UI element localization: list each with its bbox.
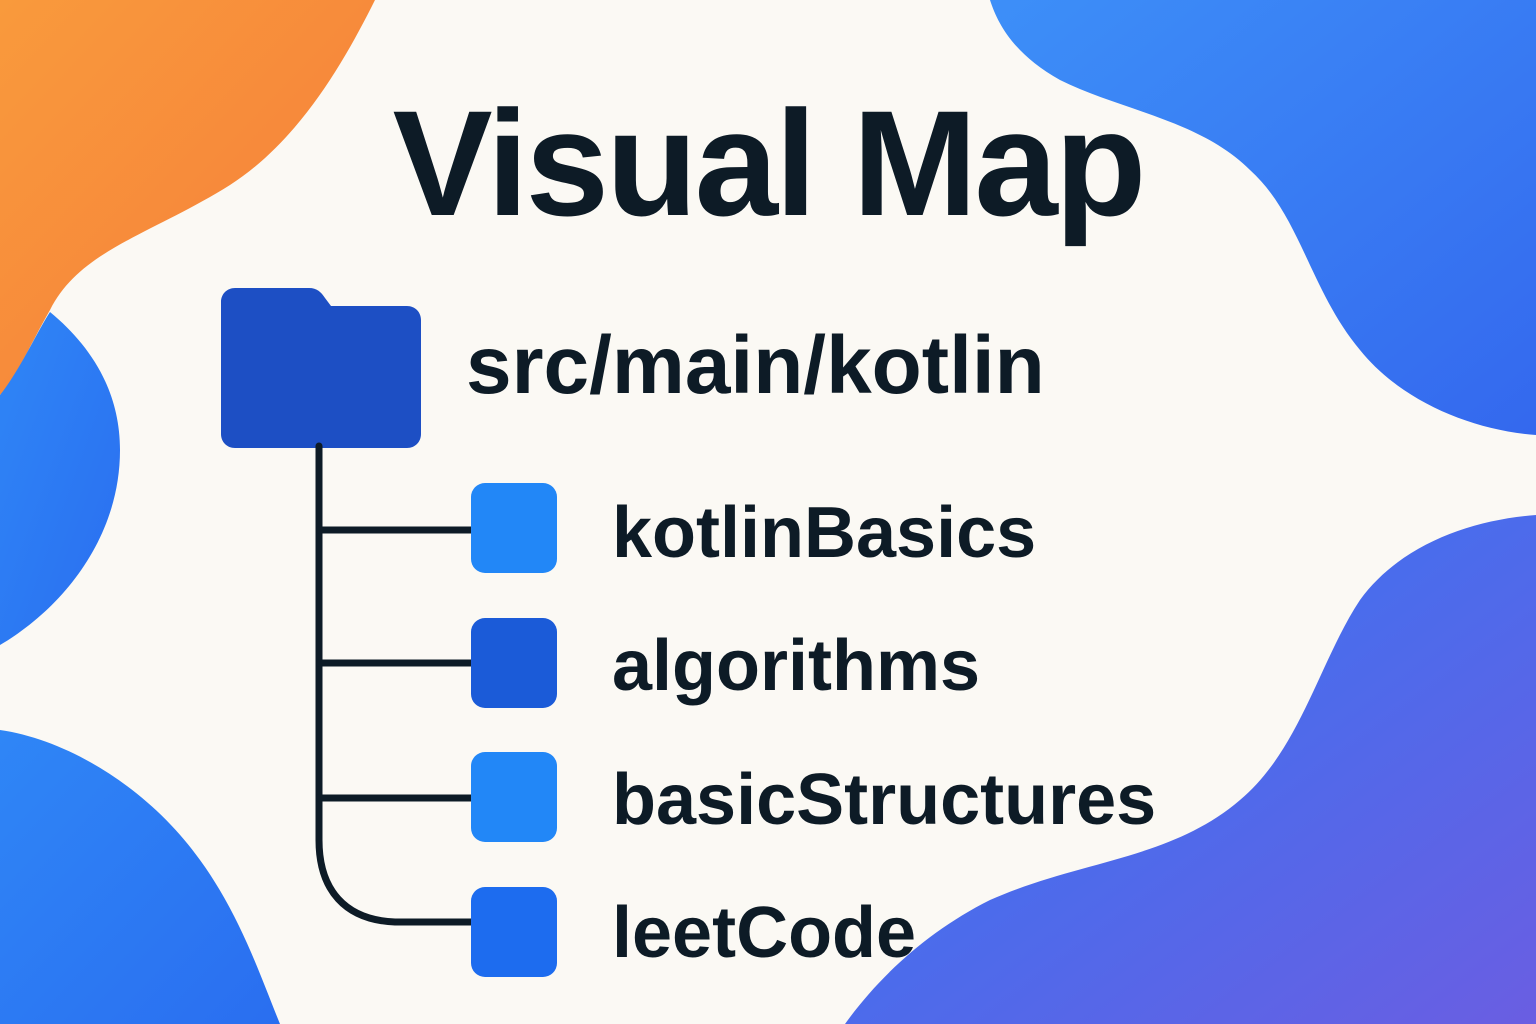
child-label-leetcode: leetCode [612,893,917,973]
child-label-kotlinbasics: kotlinBasics [612,493,1037,573]
child-node-square [471,887,557,977]
child-label-basicstructures: basicStructures [612,760,1157,840]
trunk-line [315,442,478,926]
child-node-square [471,752,557,842]
child-node-square [471,618,557,708]
child-label-algorithms: algorithms [612,626,981,706]
child-node-square [471,483,557,573]
